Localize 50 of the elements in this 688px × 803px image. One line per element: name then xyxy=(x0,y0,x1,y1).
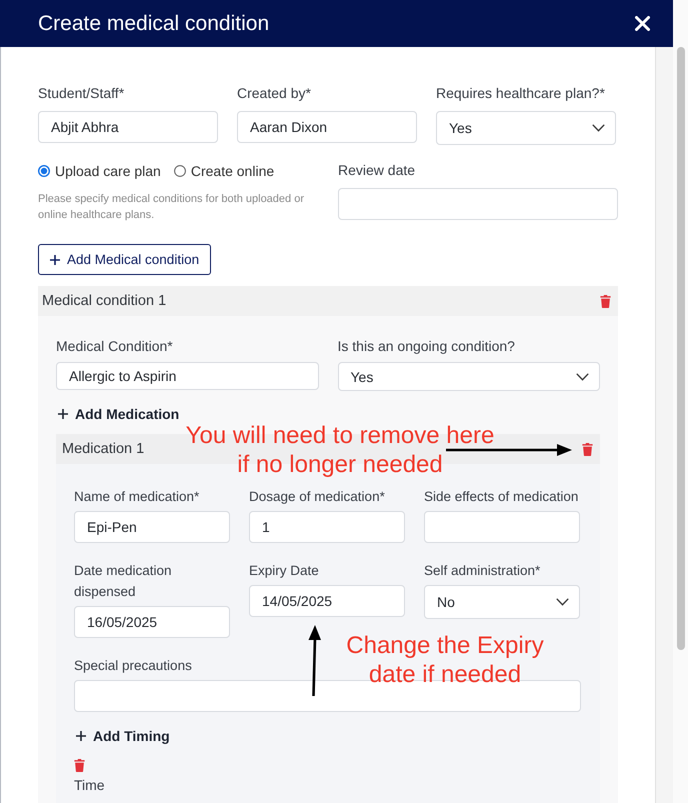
select-field[interactable]: Yes xyxy=(436,111,616,145)
text-field[interactable]: Allergic to Aspirin xyxy=(56,362,318,390)
field-label: Review date xyxy=(338,161,416,180)
section-title: Medical condition 1 xyxy=(42,293,166,309)
annotation-text: Change the Expiry date if needed xyxy=(345,631,545,689)
help-text: Please specify medical conditions for both uploaded or online healthcare plans. xyxy=(38,192,305,223)
add-medication-button[interactable]: Add Medication xyxy=(56,404,180,424)
window-title: Create medical condition xyxy=(38,12,270,36)
text-field[interactable]: 16/05/2025 xyxy=(74,606,230,638)
radio-option[interactable]: Create online xyxy=(174,162,274,178)
chevron-down-icon xyxy=(576,372,589,380)
text-field[interactable]: Abjit Abhra xyxy=(38,111,218,143)
field-label: Requires healthcare plan?* xyxy=(436,84,605,103)
field-label: Date medication dispensed xyxy=(74,562,173,601)
field-label: Created by* xyxy=(237,84,311,103)
text-field[interactable]: 1 xyxy=(249,511,405,543)
plus-icon xyxy=(58,409,68,419)
field-label: Side effects of medication xyxy=(424,488,578,506)
chevron-down-icon xyxy=(592,124,605,132)
field-label: Special precautions xyxy=(74,657,192,675)
field-label: Medical Condition* xyxy=(56,337,173,356)
text-field[interactable]: 14/05/2025 xyxy=(249,585,405,617)
trash-icon[interactable] xyxy=(600,294,611,308)
field-label: Student/Staff* xyxy=(38,84,124,103)
subsection-title: Medication 1 xyxy=(62,441,144,457)
text-field[interactable] xyxy=(424,511,580,543)
select-field[interactable]: No xyxy=(424,585,580,619)
close-button[interactable] xyxy=(635,16,650,31)
field-label: Self administration* xyxy=(424,562,540,580)
trash-icon[interactable] xyxy=(582,442,593,456)
plus-icon xyxy=(76,731,86,741)
select-field[interactable]: Yes xyxy=(338,362,600,391)
field-label: Expiry Date xyxy=(249,562,319,580)
add-timing-button[interactable]: Add Timing xyxy=(74,726,170,746)
trash-icon[interactable] xyxy=(74,759,85,772)
field-label: Is this an ongoing condition? xyxy=(338,337,515,356)
field-label: Time xyxy=(74,776,105,795)
chevron-down-icon xyxy=(556,598,569,606)
field-label: Name of medication* xyxy=(74,488,200,506)
arrow xyxy=(307,625,321,696)
text-field[interactable]: Epi-Pen xyxy=(74,511,230,543)
radio-option[interactable]: Upload care plan xyxy=(38,162,161,178)
text-field[interactable] xyxy=(338,188,618,220)
add-condition-button[interactable]: Add Medical condition xyxy=(38,244,212,275)
text-field[interactable]: Aaran Dixon xyxy=(237,111,417,143)
plus-icon xyxy=(50,254,60,264)
annotation-text: You will need to remove here if no longer needed xyxy=(184,421,496,479)
close-icon xyxy=(635,16,650,31)
scrollbar-thumb[interactable] xyxy=(676,47,684,650)
field-label: Dosage of medication* xyxy=(249,488,385,506)
